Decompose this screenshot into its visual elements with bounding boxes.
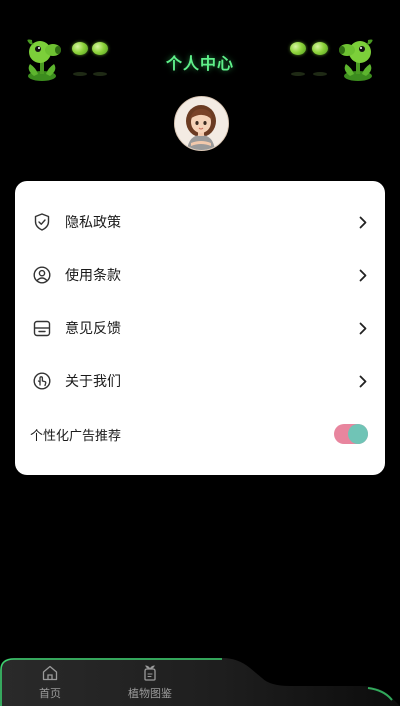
- personalized-ads-label: 个性化广告推荐: [30, 428, 122, 444]
- pea-icon: [312, 42, 328, 55]
- avatar[interactable]: [174, 96, 229, 151]
- chevron-right-icon: [357, 215, 369, 229]
- home-icon: [42, 665, 58, 681]
- shield-icon: [32, 212, 52, 232]
- nav-label: 植物图鉴: [128, 687, 172, 700]
- chevron-right-icon: [357, 321, 369, 335]
- menu-item-privacy-policy[interactable]: 隐私政策: [15, 200, 385, 244]
- nav-item-plant-guide[interactable]: 植物图鉴: [110, 662, 190, 704]
- menu-item-about-us[interactable]: 关于我们: [15, 359, 385, 403]
- peashooter-icon: [339, 39, 373, 81]
- profile-screen: 个人中心 隐私政策 使用条款 意见反馈 关于我们 个性化广告推荐 首页 植物图鉴: [0, 0, 400, 706]
- user-circle-icon: [32, 265, 52, 285]
- feedback-box-icon: [32, 318, 52, 338]
- nav-label: 首页: [39, 687, 61, 700]
- pea-icon: [290, 42, 306, 55]
- personalized-ads-toggle[interactable]: [334, 424, 368, 444]
- chevron-right-icon: [357, 374, 369, 388]
- nav-item-home[interactable]: 首页: [10, 662, 90, 704]
- menu-item-label: 关于我们: [65, 374, 121, 390]
- personalized-ads-setting: 个性化广告推荐: [15, 412, 385, 456]
- header: 个人中心: [0, 0, 400, 95]
- menu-item-label: 隐私政策: [65, 215, 121, 231]
- hand-pointer-icon: [32, 371, 52, 391]
- menu-item-terms-of-use[interactable]: 使用条款: [15, 253, 385, 297]
- pea-shadow: [313, 72, 327, 76]
- toggle-knob: [348, 424, 368, 444]
- menu-item-feedback[interactable]: 意见反馈: [15, 306, 385, 350]
- menu-item-label: 使用条款: [65, 268, 121, 284]
- pea-shadow: [291, 72, 305, 76]
- settings-card: 隐私政策 使用条款 意见反馈 关于我们 个性化广告推荐: [15, 181, 385, 475]
- bottom-nav: 首页 植物图鉴: [0, 656, 400, 706]
- avatar-girl-icon: [175, 97, 228, 150]
- menu-item-label: 意见反馈: [65, 321, 121, 337]
- chevron-right-icon: [357, 268, 369, 282]
- plant-book-icon: [144, 665, 156, 681]
